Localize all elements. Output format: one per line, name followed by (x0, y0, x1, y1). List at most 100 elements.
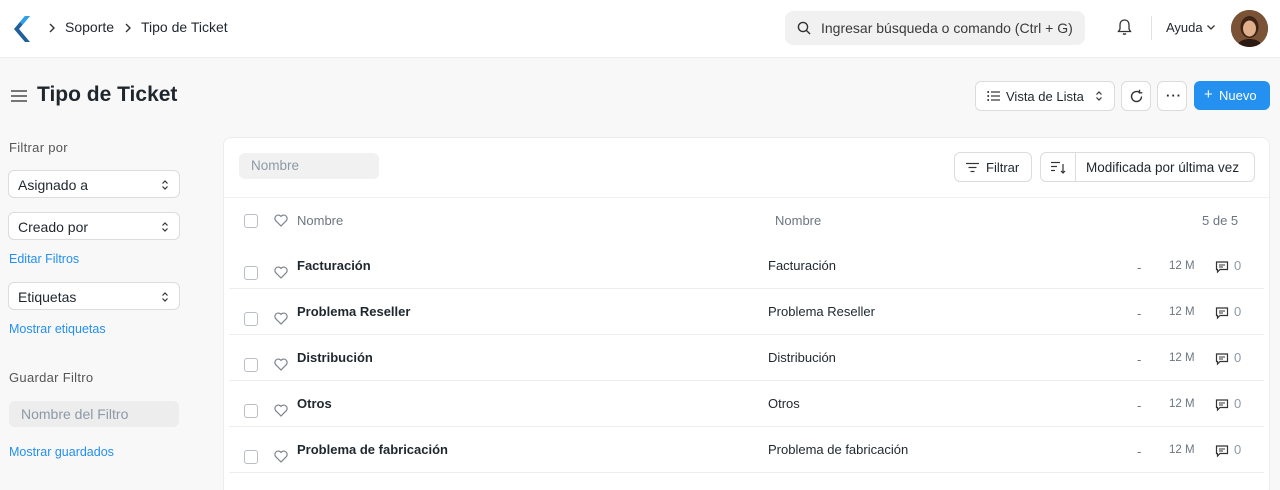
save-filter-heading: Guardar Filtro (9, 370, 94, 385)
chevron-down-icon[interactable] (1206, 24, 1216, 31)
row-name-value: Distribución (768, 350, 836, 365)
row-modified-time: 12 M (1169, 352, 1195, 364)
heart-icon[interactable] (274, 358, 288, 371)
created-by-select[interactable]: Creado por (8, 212, 180, 240)
help-menu[interactable]: Ayuda (1166, 20, 1203, 35)
assigned-to-select[interactable]: Asignado a (8, 170, 180, 198)
app-logo-icon[interactable] (14, 16, 30, 42)
refresh-icon (1130, 89, 1143, 103)
row-comment-count: 0 (1234, 258, 1242, 273)
search-bar[interactable]: Ingresar búsqueda o comando (Ctrl + G) (785, 11, 1085, 45)
sort-divider (1075, 153, 1076, 181)
refresh-button[interactable] (1121, 81, 1151, 111)
tags-select[interactable]: Etiquetas (8, 282, 180, 310)
row-checkbox[interactable] (244, 312, 258, 326)
comment-icon (1215, 307, 1229, 320)
column-header-name: Nombre (297, 213, 344, 228)
row-comment-count: 0 (1234, 442, 1242, 457)
more-actions-button[interactable]: ··· (1157, 81, 1187, 111)
row-divider (229, 334, 1264, 335)
row-comment-count: 0 (1234, 304, 1242, 319)
heart-icon[interactable] (274, 266, 288, 279)
notification-bell-icon[interactable] (1116, 18, 1133, 36)
plus-icon: + (1204, 86, 1213, 103)
row-modified-time: 12 M (1169, 260, 1195, 272)
heart-icon[interactable] (274, 450, 288, 463)
row-dash: - (1137, 398, 1142, 413)
list-view-selector[interactable]: Vista de Lista (975, 81, 1115, 111)
navbar-divider (1151, 16, 1152, 40)
row-name-value: Problema Reseller (768, 304, 875, 319)
heart-icon[interactable] (274, 312, 288, 325)
edit-filters-link[interactable]: Editar Filtros (9, 252, 79, 266)
comment-icon (1215, 353, 1229, 366)
toolbar-divider (224, 197, 1269, 198)
row-divider (229, 380, 1264, 381)
show-tags-link[interactable]: Mostrar etiquetas (9, 322, 106, 336)
breadcrumb-soporte[interactable]: Soporte (65, 19, 114, 35)
chevron-right-icon (125, 23, 131, 33)
sort-control[interactable]: Modificada por última vez (1040, 152, 1255, 182)
row-title-link[interactable]: Otros (297, 396, 332, 411)
row-modified-time: 12 M (1169, 444, 1195, 456)
view-label: Vista de Lista (1006, 89, 1084, 104)
row-checkbox[interactable] (244, 266, 258, 280)
breadcrumb-tipo-de-ticket[interactable]: Tipo de Ticket (141, 19, 228, 35)
comment-icon (1215, 399, 1229, 412)
heart-icon[interactable] (274, 404, 288, 417)
up-down-chevron-icon (162, 180, 168, 190)
new-label: Nuevo (1219, 88, 1257, 103)
row-title-link[interactable]: Problema Reseller (297, 304, 410, 319)
row-checkbox[interactable] (244, 450, 258, 464)
up-down-chevron-icon (162, 292, 168, 302)
comment-icon (1215, 261, 1229, 274)
row-dash: - (1137, 444, 1142, 459)
heart-icon[interactable] (274, 214, 288, 227)
chevron-right-icon (49, 23, 55, 33)
row-dash: - (1137, 260, 1142, 275)
row-divider (229, 288, 1264, 289)
filter-by-heading: Filtrar por (9, 140, 68, 155)
row-name-value: Problema de fabricación (768, 442, 909, 457)
avatar[interactable] (1231, 10, 1268, 47)
filter-icon (966, 162, 979, 173)
search-placeholder: Ingresar búsqueda o comando (Ctrl + G) (821, 20, 1073, 36)
navbar: Soporte Tipo de Ticket Ingresar búsqueda… (0, 0, 1280, 58)
filter-name-input[interactable]: Nombre del Filtro (9, 401, 179, 427)
sidebar-toggle-icon[interactable] (11, 89, 27, 103)
row-checkbox[interactable] (244, 404, 258, 418)
row-divider (229, 472, 1264, 473)
row-title-link[interactable]: Distribución (297, 350, 373, 365)
sort-direction-icon[interactable] (1051, 161, 1066, 174)
name-filter-placeholder: Nombre (251, 158, 300, 173)
row-comment-count: 0 (1234, 396, 1242, 411)
list-icon (987, 91, 1000, 101)
page-title: Tipo de Ticket (37, 83, 178, 106)
select-all-checkbox[interactable] (244, 214, 258, 228)
filter-name-placeholder: Nombre del Filtro (21, 406, 129, 422)
filter-label: Filtrar (986, 160, 1020, 175)
record-count: 5 de 5 (1202, 213, 1239, 228)
filter-button[interactable]: Filtrar (954, 152, 1032, 182)
tags-label: Etiquetas (18, 289, 77, 305)
column-header-name-2: Nombre (775, 213, 822, 228)
name-filter-input[interactable]: Nombre (239, 153, 379, 179)
show-saved-link[interactable]: Mostrar guardados (9, 445, 114, 459)
up-down-chevron-icon (1096, 91, 1102, 101)
row-title-link[interactable]: Problema de fabricación (297, 442, 448, 457)
row-title-link[interactable]: Facturación (297, 258, 371, 273)
row-dash: - (1137, 352, 1142, 367)
row-name-value: Facturación (768, 258, 836, 273)
more-label: ··· (1166, 88, 1182, 103)
assigned-to-label: Asignado a (18, 177, 89, 193)
row-checkbox[interactable] (244, 358, 258, 372)
new-button[interactable]: + Nuevo (1194, 81, 1270, 110)
sort-field-label[interactable]: Modificada por última vez (1086, 160, 1239, 175)
row-modified-time: 12 M (1169, 398, 1195, 410)
row-divider (229, 426, 1264, 427)
up-down-chevron-icon (162, 222, 168, 232)
comment-icon (1215, 445, 1229, 458)
created-by-label: Creado por (18, 219, 89, 235)
row-name-value: Otros (768, 396, 800, 411)
row-comment-count: 0 (1234, 350, 1242, 365)
